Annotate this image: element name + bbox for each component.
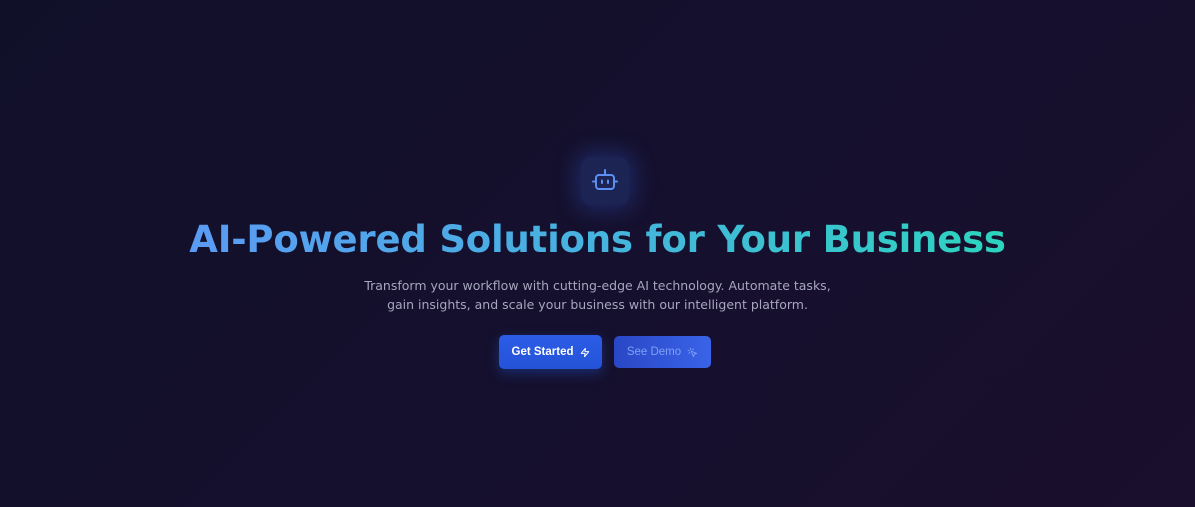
get-started-label: Get Started	[511, 346, 574, 358]
headline-text: AI-Powered Solutions for Your Business	[189, 218, 1006, 261]
logo-badge	[581, 157, 629, 205]
get-started-button[interactable]: Get Started	[499, 335, 602, 369]
hero-section: AI-Powered Solutions for Your Business T…	[0, 0, 1195, 507]
robot-icon	[592, 169, 618, 190]
subtitle-line-1: Transform your workflow with cutting-edg…	[364, 278, 831, 293]
cursor-click-icon	[687, 347, 698, 358]
page-subtitle: Transform your workflow with cutting-edg…	[0, 276, 1195, 314]
lightning-icon	[580, 347, 590, 358]
subtitle-line-2: gain insights, and scale your business w…	[387, 297, 808, 312]
see-demo-label: See Demo	[626, 346, 682, 358]
see-demo-button[interactable]: See Demo	[614, 336, 711, 368]
page-title: AI-Powered Solutions for Your Business	[0, 214, 1195, 266]
